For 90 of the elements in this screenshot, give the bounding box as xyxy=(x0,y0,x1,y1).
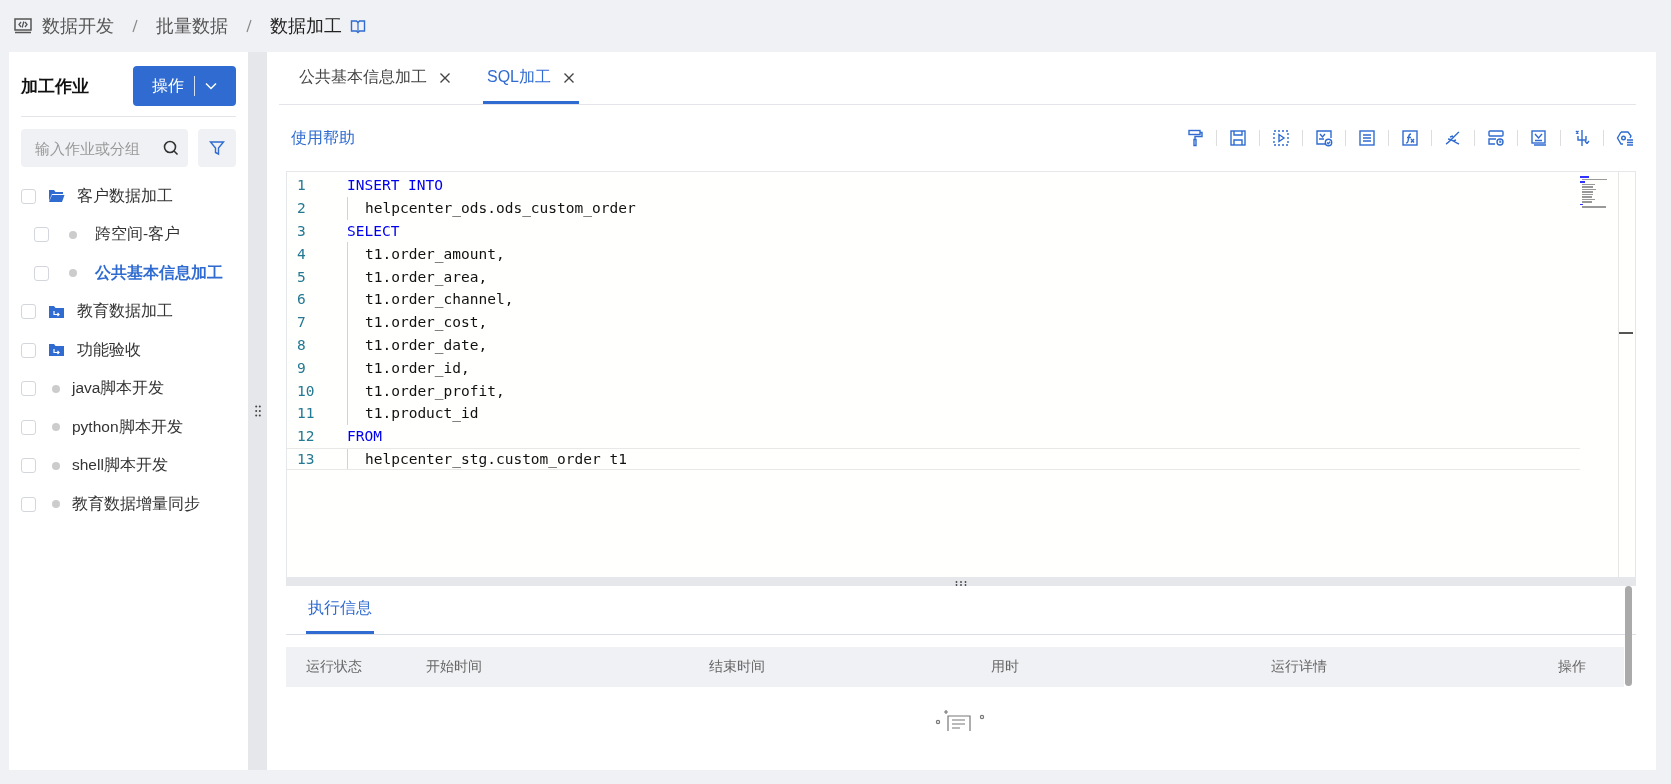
close-icon[interactable] xyxy=(563,71,575,84)
checkbox[interactable] xyxy=(21,342,36,358)
filter-icon xyxy=(209,140,225,156)
chevron-down-icon xyxy=(205,82,217,90)
line-number: 13 xyxy=(296,450,316,467)
checkbox[interactable] xyxy=(21,304,36,320)
line-number: 1 xyxy=(296,177,307,194)
column-header: 运行详情 xyxy=(1271,658,1328,676)
code-text: t1.order_amount, xyxy=(365,245,505,262)
breadcrumb-item[interactable]: 批量数据 xyxy=(156,14,228,38)
code-window-icon xyxy=(14,18,32,34)
branch-icon[interactable] xyxy=(1573,129,1591,147)
settings-icon[interactable] xyxy=(1616,129,1634,147)
schedule-icon[interactable] xyxy=(1487,129,1505,147)
tree-item[interactable]: java脚本开发 xyxy=(21,369,236,408)
filter-button[interactable] xyxy=(198,129,236,167)
code-text: t1.order_cost, xyxy=(365,314,488,331)
status-dot-icon xyxy=(52,461,60,470)
save-icon[interactable] xyxy=(1229,129,1247,147)
breadcrumb-item: 数据加工 xyxy=(270,15,342,38)
breadcrumb-item[interactable]: 数据开发 xyxy=(42,14,114,38)
checkbox[interactable] xyxy=(21,188,36,204)
tree-item[interactable]: 功能验收 xyxy=(21,331,236,370)
checkbox[interactable] xyxy=(21,381,36,397)
breadcrumb-separator-icon xyxy=(246,19,252,33)
line-number: 12 xyxy=(296,428,316,445)
search-field[interactable]: 输入作业或分组 xyxy=(21,129,188,167)
paint-roller-icon[interactable] xyxy=(1186,129,1204,147)
line-number: 9 xyxy=(296,359,307,376)
status-dot-icon xyxy=(52,384,60,393)
code-text: helpcenter_ods.ods_custom_order xyxy=(365,200,636,217)
tree-item[interactable]: 跨空间-客户 xyxy=(21,215,236,254)
run-selection-icon[interactable] xyxy=(1272,129,1290,147)
checkbox[interactable] xyxy=(21,419,36,435)
minimap-drawing xyxy=(1580,176,1610,208)
line-number: 5 xyxy=(296,268,307,285)
checkbox[interactable] xyxy=(34,227,49,243)
code-text: t1.order_area, xyxy=(365,268,488,285)
code-text: t1.order_profit, xyxy=(365,382,505,399)
column-header: 操作 xyxy=(1558,658,1586,676)
tree-item[interactable]: 教育数据增量同步 xyxy=(21,485,236,524)
checkbox[interactable] xyxy=(34,265,49,281)
line-number: 6 xyxy=(296,291,307,308)
line-number: 2 xyxy=(296,200,307,217)
format-icon[interactable] xyxy=(1358,129,1376,147)
breadcrumb-separator-icon xyxy=(132,19,138,33)
tree-item[interactable]: shell脚本开发 xyxy=(21,446,236,485)
sql-keyword: INSERT INTO xyxy=(347,177,444,194)
status-dot-icon xyxy=(52,423,60,432)
line-number: 11 xyxy=(296,405,316,422)
sql-keyword: SELECT xyxy=(347,223,400,239)
function-icon[interactable] xyxy=(1401,129,1419,147)
column-header: 开始时间 xyxy=(426,658,483,676)
checkbox[interactable] xyxy=(21,496,36,512)
sidebar-title: 加工作业 xyxy=(21,75,89,98)
help-link[interactable]: 使用帮助 xyxy=(291,127,355,149)
tree-item[interactable]: python脚本开发 xyxy=(21,408,236,447)
status-dot-icon xyxy=(52,500,60,509)
editor-tab[interactable]: 公共基本信息加工 xyxy=(279,54,471,104)
column-header: 运行状态 xyxy=(306,658,363,676)
scrollbar-thumb[interactable] xyxy=(1625,586,1632,686)
code-text: t1.order_channel, xyxy=(365,291,514,308)
line-number: 7 xyxy=(296,314,307,331)
action-dropdown-button[interactable]: 操作 xyxy=(133,66,236,106)
code-text: helpcenter_stg.custom_order t1 xyxy=(365,450,627,467)
tree-item[interactable]: 客户数据加工 xyxy=(21,177,236,216)
code-text: t1.product_id xyxy=(365,405,479,422)
column-header: 用时 xyxy=(991,658,1020,676)
close-icon[interactable] xyxy=(439,71,451,84)
column-header: 结束时间 xyxy=(709,658,766,676)
result-tab[interactable]: 执行信息 xyxy=(306,586,374,634)
tree-item[interactable]: 公共基本信息加工 xyxy=(21,254,236,293)
drag-handle-icon[interactable] xyxy=(254,405,261,417)
checkbox[interactable] xyxy=(21,458,36,474)
drag-handle-icon[interactable] xyxy=(955,581,967,586)
tree-item[interactable]: 教育数据加工 xyxy=(21,292,236,331)
book-icon[interactable] xyxy=(350,18,366,34)
code-text: t1.order_date, xyxy=(365,336,488,353)
sql-keyword: FROM xyxy=(347,428,382,445)
line-number: 8 xyxy=(296,336,307,353)
check-icon[interactable] xyxy=(1315,129,1333,147)
status-dot-icon xyxy=(69,269,77,278)
line-number: 3 xyxy=(296,223,307,239)
line-number: 10 xyxy=(296,382,316,399)
search-icon xyxy=(163,140,179,156)
line-number: 4 xyxy=(296,245,307,262)
status-dot-icon xyxy=(69,230,77,239)
editor-tab[interactable]: SQL加工 xyxy=(483,54,579,104)
download-icon[interactable] xyxy=(1530,129,1548,147)
code-text: t1.order_id, xyxy=(365,359,470,376)
